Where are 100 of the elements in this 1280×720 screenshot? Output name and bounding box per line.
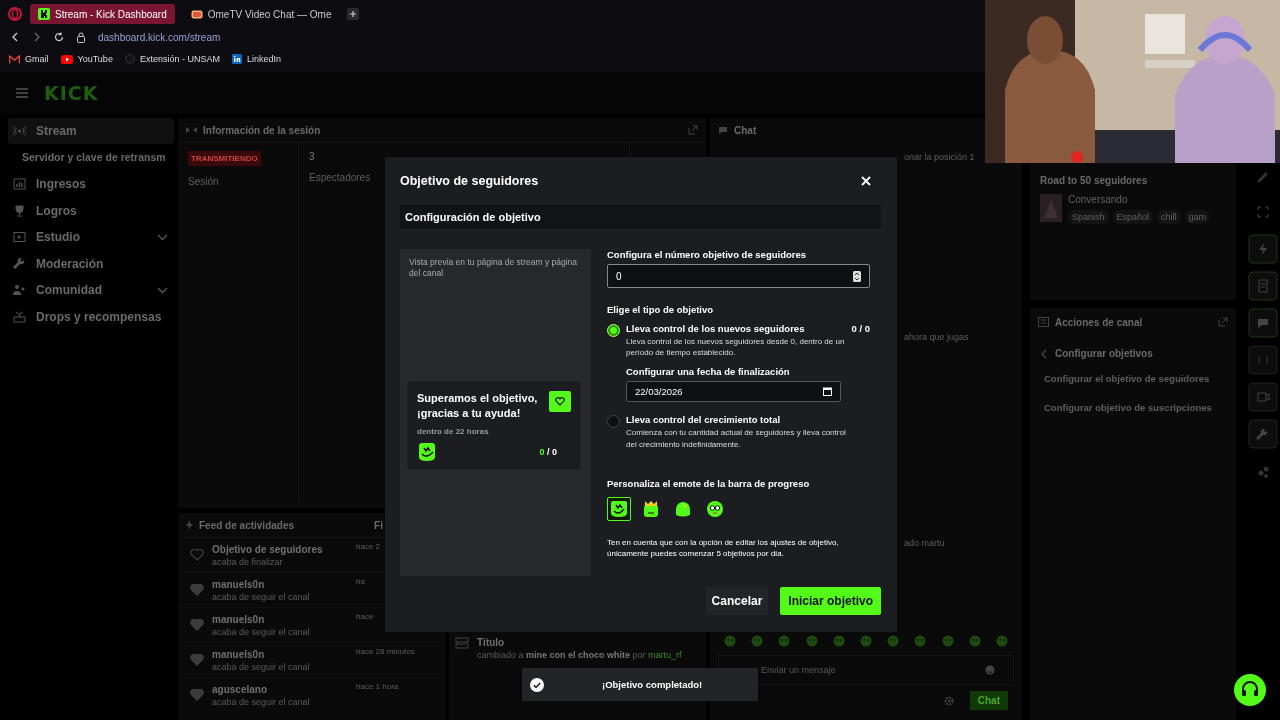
actions-icon bbox=[1038, 317, 1049, 327]
panel-title: Chat bbox=[734, 124, 757, 136]
emote-icon[interactable] bbox=[724, 635, 736, 647]
emote-icon bbox=[674, 499, 692, 518]
field-label: Configurar una fecha de finalización bbox=[626, 366, 791, 378]
camera-button-icon[interactable] bbox=[1248, 382, 1278, 412]
forward-icon[interactable] bbox=[32, 32, 42, 42]
emote-icon[interactable] bbox=[805, 635, 818, 647]
date-input-field[interactable]: 22/03/2026 bbox=[626, 381, 841, 403]
sidebar-item[interactable]: Logros bbox=[8, 197, 174, 224]
feed-title: aguscelano bbox=[212, 683, 269, 695]
chevron-icon[interactable] bbox=[157, 286, 168, 294]
close-icon[interactable] bbox=[861, 176, 871, 186]
chat-send-button[interactable]: Chat bbox=[969, 691, 1008, 710]
category-name[interactable]: Conversando bbox=[1068, 194, 1211, 205]
filter-button[interactable]: Fi bbox=[374, 519, 383, 531]
bookmark[interactable]: Extensión - UNSAM bbox=[124, 54, 220, 64]
bookmark[interactable]: LinkedIn bbox=[231, 54, 281, 64]
chat-button-icon[interactable] bbox=[1248, 308, 1278, 338]
support-button-icon[interactable] bbox=[1234, 674, 1266, 706]
emote-icon bbox=[642, 499, 660, 518]
number-input-field[interactable]: 0 bbox=[607, 264, 870, 288]
chat-message: onar la posición 1 bbox=[904, 152, 975, 162]
sidebar-icon bbox=[13, 178, 26, 190]
bolt-button-icon[interactable] bbox=[1248, 234, 1278, 264]
heart-icon bbox=[190, 549, 204, 561]
tag[interactable]: Spanish bbox=[1068, 210, 1109, 224]
field-label: Personaliza el emote de la barra de progreso bbox=[607, 477, 811, 489]
follow-button[interactable] bbox=[549, 390, 571, 412]
stat-value: 3 bbox=[309, 151, 315, 162]
heart-icon bbox=[190, 654, 204, 666]
cancel-button[interactable]: Cancelar bbox=[705, 587, 769, 615]
calendar-icon[interactable] bbox=[823, 387, 832, 397]
feed-title: Objetivo de seguidores bbox=[212, 543, 323, 555]
settings-icon[interactable] bbox=[943, 695, 954, 706]
emote-icon[interactable] bbox=[887, 635, 900, 647]
goal-title: Superamos el objetivo, ¡gracias a tu ayuda! bbox=[417, 390, 539, 422]
emoji-icon[interactable] bbox=[985, 665, 995, 675]
browser-tab[interactable]: Stream - Kick Dashboard bbox=[30, 4, 175, 24]
browser-logo-icon[interactable] bbox=[8, 7, 22, 21]
emote-icon[interactable] bbox=[968, 635, 981, 647]
sidebar-icon bbox=[13, 284, 26, 297]
emote-icon[interactable] bbox=[995, 635, 1008, 647]
tag[interactable]: gam bbox=[1184, 210, 1211, 224]
info-title: Título bbox=[477, 637, 506, 648]
sidebar-item[interactable]: Stream bbox=[8, 118, 174, 144]
emote-icon[interactable] bbox=[832, 635, 845, 647]
sidebar-item[interactable]: Ingresos bbox=[8, 171, 174, 197]
action-link[interactable]: Configurar objetivo de suscripciones bbox=[1030, 402, 1236, 431]
stat-label: Espectadores bbox=[309, 172, 371, 183]
sidebar-item[interactable]: Comunidad bbox=[8, 277, 174, 304]
start-goal-button[interactable]: Iniciar objetivo bbox=[780, 587, 881, 615]
panel-title: Acciones de canal bbox=[1055, 316, 1143, 328]
panel-title: Información de la sesión bbox=[203, 124, 321, 136]
title-icon bbox=[455, 637, 469, 649]
dialog-title: Objetivo de seguidores bbox=[400, 174, 539, 188]
chat-input[interactable]: Enviar un mensaje bbox=[718, 655, 1014, 685]
feed-title: manuels0n bbox=[212, 578, 266, 590]
sidebar-subitem[interactable]: Servidor y clave de retransm bbox=[8, 144, 174, 171]
emote-option[interactable] bbox=[607, 496, 631, 521]
browser-tab[interactable]: OmeTV Video Chat — Ome bbox=[182, 4, 340, 24]
popout-icon[interactable] bbox=[1218, 317, 1228, 327]
emote-icon[interactable] bbox=[751, 635, 764, 647]
emote-icon bbox=[610, 499, 628, 518]
action-link[interactable]: Configurar el objetivo de seguidores bbox=[1030, 373, 1236, 402]
user-link[interactable]: martu_rf bbox=[648, 650, 682, 660]
kick-favicon-icon bbox=[38, 8, 50, 20]
bookmark[interactable]: Gmail bbox=[9, 54, 49, 64]
doc-button-icon[interactable] bbox=[1248, 271, 1278, 301]
tag[interactable]: chill bbox=[1157, 210, 1181, 224]
emote-icon[interactable] bbox=[941, 635, 954, 647]
sidebar-icon bbox=[13, 204, 26, 217]
emote-icon[interactable] bbox=[914, 635, 927, 647]
menu-icon[interactable] bbox=[16, 88, 28, 98]
emote-icon[interactable] bbox=[859, 635, 872, 647]
emote-icon[interactable] bbox=[778, 635, 791, 647]
chat-icon bbox=[718, 125, 728, 135]
back-icon[interactable] bbox=[10, 32, 20, 42]
chevron-icon[interactable] bbox=[157, 233, 168, 241]
field-label: Elige el tipo de objetivo bbox=[607, 304, 715, 315]
bookmark[interactable]: YouTube bbox=[60, 54, 113, 64]
feed-time: hace 2 bbox=[356, 542, 381, 551]
option-title: Lleva control de los nuevos seguidores bbox=[626, 323, 805, 334]
reload-icon[interactable] bbox=[54, 32, 64, 42]
back-link[interactable]: Configurar objetivos bbox=[1030, 336, 1236, 373]
address-bar[interactable]: dashboard.kick.com/stream bbox=[98, 31, 221, 43]
wrench-button-icon[interactable] bbox=[1248, 419, 1278, 449]
sidebar-item[interactable]: Drops y recompensas bbox=[8, 304, 174, 330]
tag[interactable]: Español bbox=[1112, 210, 1154, 224]
kick-logo[interactable]: KICK bbox=[44, 82, 99, 104]
heart-icon bbox=[555, 396, 565, 406]
sidebar-item[interactable]: Moderación bbox=[8, 250, 174, 277]
new-tab-icon[interactable] bbox=[347, 8, 360, 20]
feed-subtitle: acaba de seguir el canal bbox=[212, 661, 310, 672]
radio-button[interactable] bbox=[607, 415, 620, 429]
popout-icon[interactable] bbox=[688, 125, 698, 135]
goal-progress-count: 0 / 0 bbox=[539, 446, 557, 457]
stat-label: Sesión bbox=[188, 176, 219, 187]
sidebar-item[interactable]: Estudio bbox=[8, 224, 174, 250]
spinner-icon[interactable] bbox=[853, 270, 861, 282]
